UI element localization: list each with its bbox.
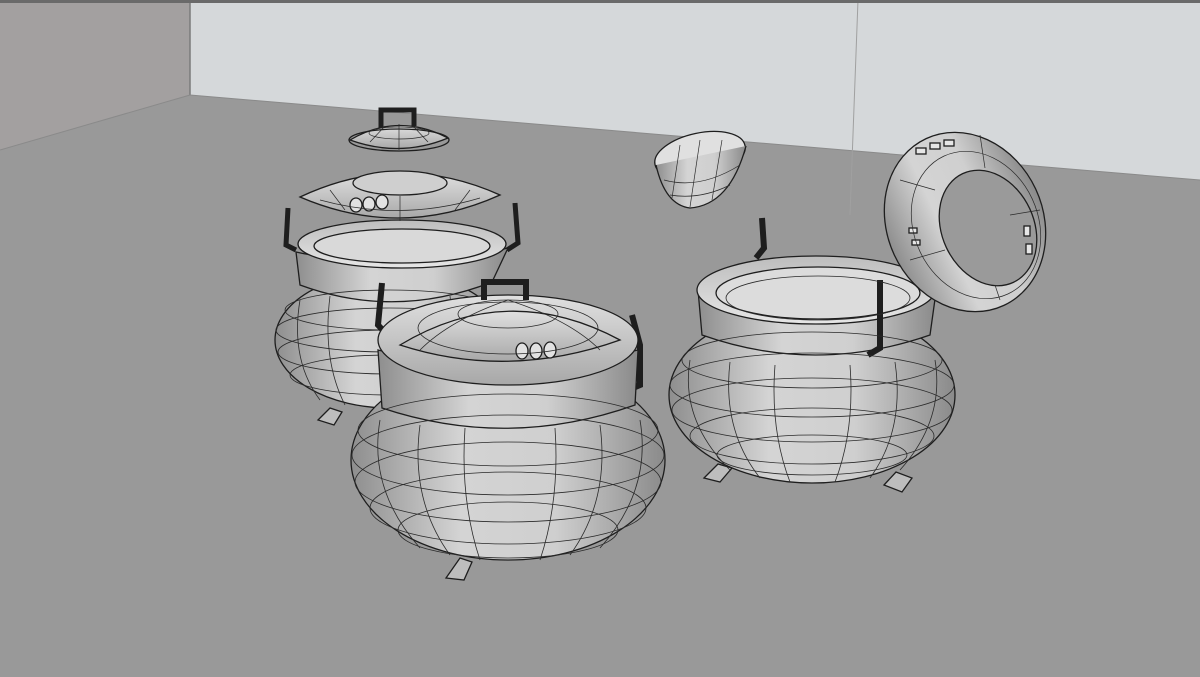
- 3d-viewport[interactable]: [0, 0, 1200, 677]
- pot-front-lid-vents: [515, 341, 557, 360]
- pot-right-opening: [715, 266, 921, 320]
- lid-ring-hole: [352, 170, 448, 196]
- top-strip: [0, 0, 1200, 3]
- pot-back-left-opening: [313, 228, 491, 264]
